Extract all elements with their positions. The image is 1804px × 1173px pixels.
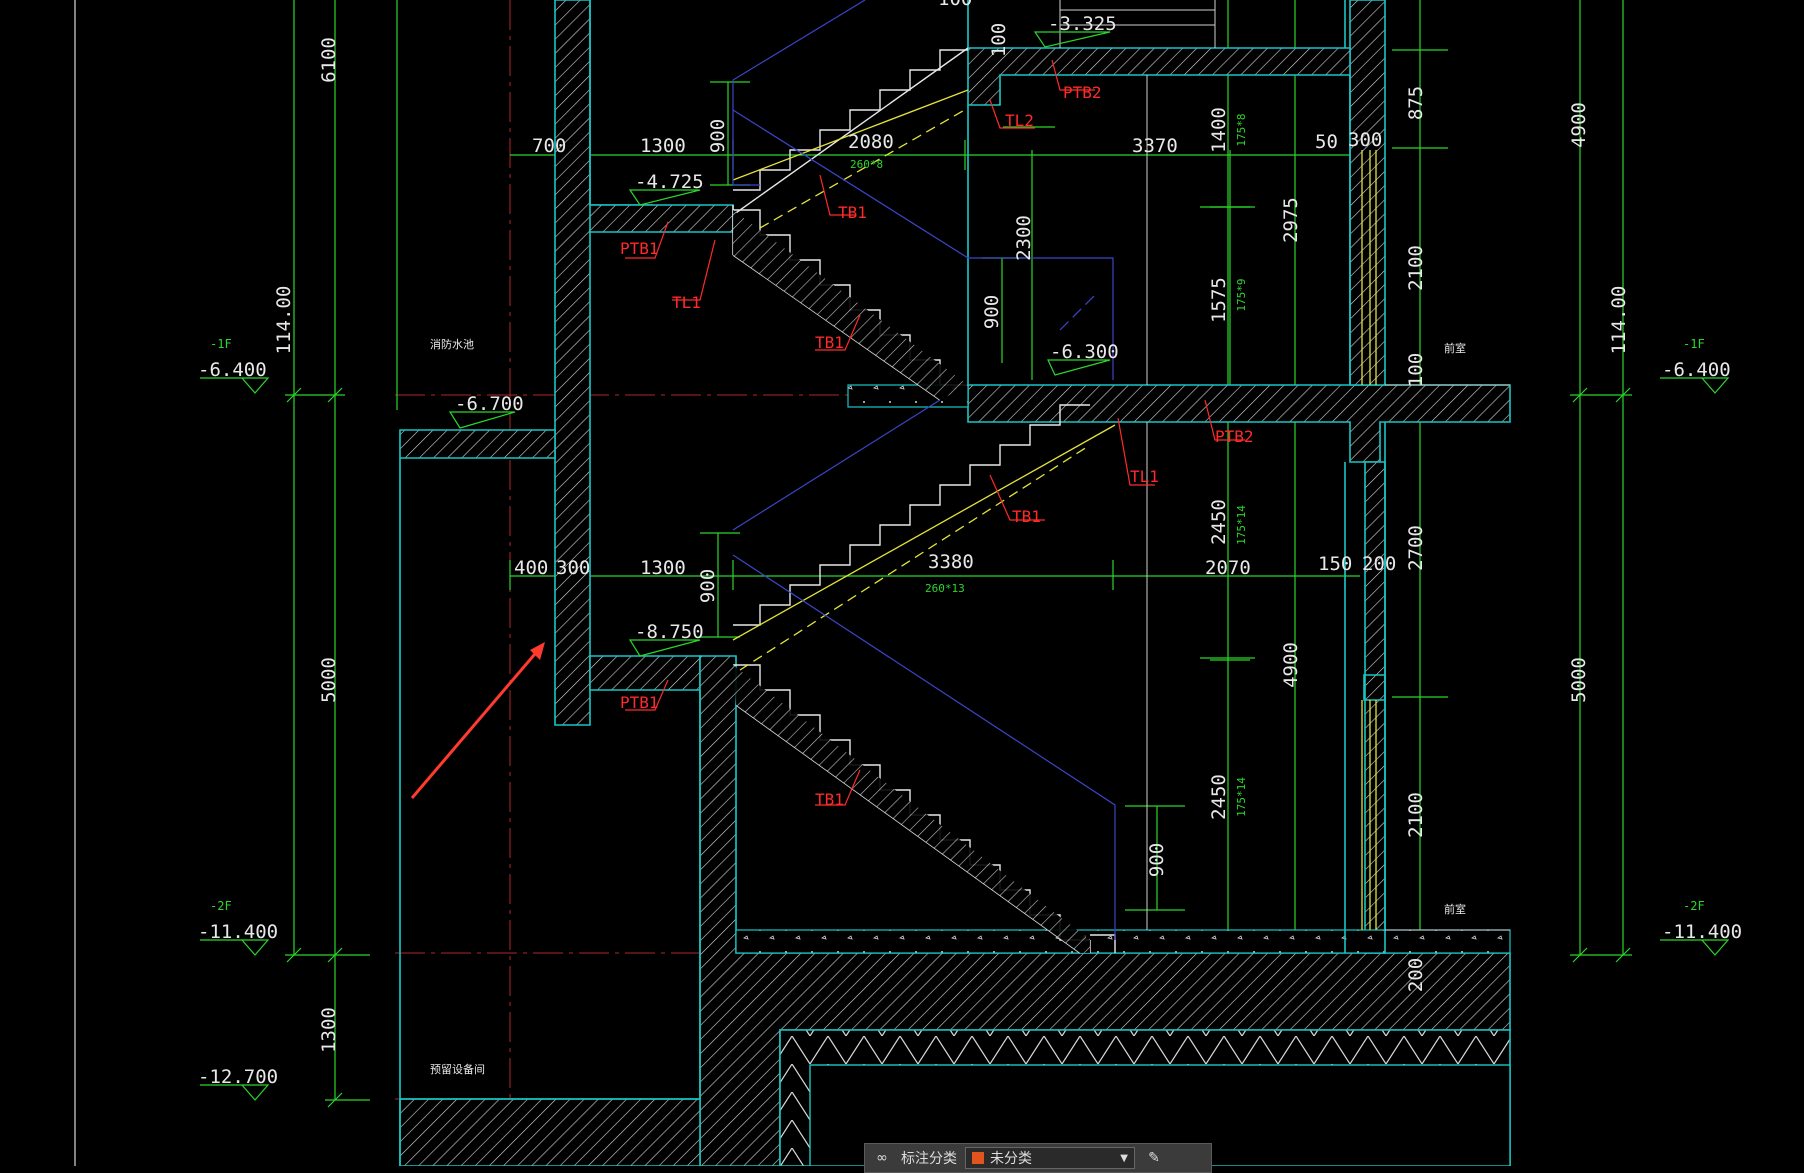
dim-h-200: 200 (1362, 553, 1396, 575)
floor-concrete (735, 384, 1511, 954)
dim-h-2070: 2070 (1205, 557, 1251, 579)
level-value-2f-left: -11.400 (198, 921, 278, 943)
category-color-swatch (972, 1152, 984, 1164)
dim-mid-200: 200 (1405, 958, 1427, 992)
dim-h-1300-top: 1300 (640, 135, 686, 157)
dim-mid-1575: 1575 (1208, 277, 1230, 323)
hidden-lines (732, 0, 1116, 940)
elev-6700: -6.700 (455, 393, 524, 415)
dim-left-mid: 5000 (318, 657, 340, 703)
edit-icon[interactable]: ✎ (1143, 1149, 1165, 1167)
dim-right-total: 114.00 (1608, 286, 1630, 355)
step-note-175x14b: 175*14 (1235, 777, 1248, 817)
chevron-down-icon: ▼ (1120, 1152, 1128, 1164)
room-equipment: 预留设备间 (430, 1062, 485, 1076)
dim-h-1300: 1300 (640, 557, 686, 579)
dim-mid-2450a: 2450 (1208, 499, 1230, 545)
dim-left-total: 114.00 (273, 286, 295, 355)
dim-900-mid: 900 (697, 569, 719, 603)
category-selected: 未分类 (990, 1151, 1032, 1167)
dim-h-50: 50 (1315, 131, 1338, 153)
dim-left-top: 6100 (318, 37, 340, 83)
dim-mid-4900: 4900 (1280, 642, 1302, 688)
level-floor-1f-left: -1F (210, 337, 232, 351)
level-floor-2f-left: -2F (210, 899, 232, 913)
dim-mid-2450b: 2450 (1208, 774, 1230, 820)
level-value-1f-left: -6.400 (198, 359, 267, 381)
dim-h-150: 150 (1318, 553, 1352, 575)
dim-mid-875: 875 (1405, 86, 1427, 120)
tag-ptb1-lower: PTB1 (620, 693, 659, 712)
room-anteroom-lower: 前室 (1444, 902, 1466, 916)
dim-h-3380: 3380 (928, 551, 974, 573)
dim-mid-2100a: 2100 (1405, 245, 1427, 291)
cad-section-drawing[interactable]: 6100 114.00 5000 1300 4900 114.00 5000 8… (0, 0, 1804, 1166)
room-lines (1059, 0, 1510, 931)
dim-left-bottom: 1300 (318, 1007, 340, 1053)
tag-tl1-mid: TL1 (1130, 467, 1159, 486)
tag-tb1-upper: TB1 (838, 203, 867, 222)
step-note-175x14a: 175*14 (1235, 505, 1248, 545)
link-icon[interactable]: ∞ (871, 1149, 893, 1167)
dim-100-top-b: 100 (988, 23, 1010, 57)
dim-mid-1400: 1400 (1208, 107, 1230, 153)
tag-tl2: TL2 (1005, 111, 1034, 130)
tag-tb1-lower: TB1 (815, 790, 844, 809)
dim-h-400: 400 (514, 557, 548, 579)
elev-8750: -8.750 (635, 621, 704, 643)
level-value-2f-right: -11.400 (1662, 921, 1742, 943)
dim-mid-2300: 2300 (1013, 215, 1035, 261)
step-note-260x8: 260*8 (850, 158, 883, 171)
dim-h-700: 700 (532, 135, 566, 157)
dim-right-mid: 5000 (1568, 657, 1590, 703)
level-floor-1f-right: -1F (1683, 337, 1705, 351)
dim-mid-2100b: 2100 (1405, 792, 1427, 838)
step-note-175x8: 175*8 (1235, 113, 1248, 146)
level-floor-2f-right: -2F (1683, 899, 1705, 913)
room-fire-pool: 消防水池 (430, 337, 474, 351)
room-anteroom-upper: 前室 (1444, 341, 1466, 355)
tag-ptb2-mid: PTB2 (1215, 427, 1254, 446)
annotation-toolbar: ∞ 标注分类 未分类 ▼ ✎ (864, 1143, 1212, 1173)
elev-6300: -6.300 (1050, 341, 1119, 363)
dim-right-top: 4900 (1568, 102, 1590, 148)
dim-900-lower: 900 (1146, 843, 1168, 877)
dim-h-300: 300 (556, 557, 590, 579)
red-arrow-annotation (410, 642, 545, 799)
tag-tb1-mid: TB1 (1012, 507, 1041, 526)
dim-h-2080: 2080 (848, 131, 894, 153)
dim-900-upper: 900 (707, 119, 729, 153)
tag-ptb2-top: PTB2 (1063, 83, 1102, 102)
elev-4725: -4.725 (635, 171, 704, 193)
level-value-bottom: -12.700 (198, 1066, 278, 1088)
level-value-1f-right: -6.400 (1662, 359, 1731, 381)
dim-mid-2975: 2975 (1280, 197, 1302, 243)
dim-h-300-top: 300 (1348, 129, 1382, 151)
dim-h-3370: 3370 (1132, 135, 1178, 157)
dim-100-top-a: 100 (938, 0, 972, 10)
toolbar-label: 标注分类 (901, 1151, 957, 1167)
dim-mid-2700: 2700 (1405, 525, 1427, 571)
dim-900-right: 900 (981, 295, 1003, 329)
tag-ptb1-upper: PTB1 (620, 239, 659, 258)
elev-3325: -3.325 (1048, 13, 1117, 35)
tag-tl1-left: TL1 (672, 293, 701, 312)
step-note-260x13: 260*13 (925, 582, 965, 595)
tag-tb1-left: TB1 (815, 333, 844, 352)
step-note-175x9: 175*9 (1235, 278, 1248, 311)
stair-hatch (733, 210, 1090, 953)
dim-mid-100: 100 (1405, 353, 1427, 387)
